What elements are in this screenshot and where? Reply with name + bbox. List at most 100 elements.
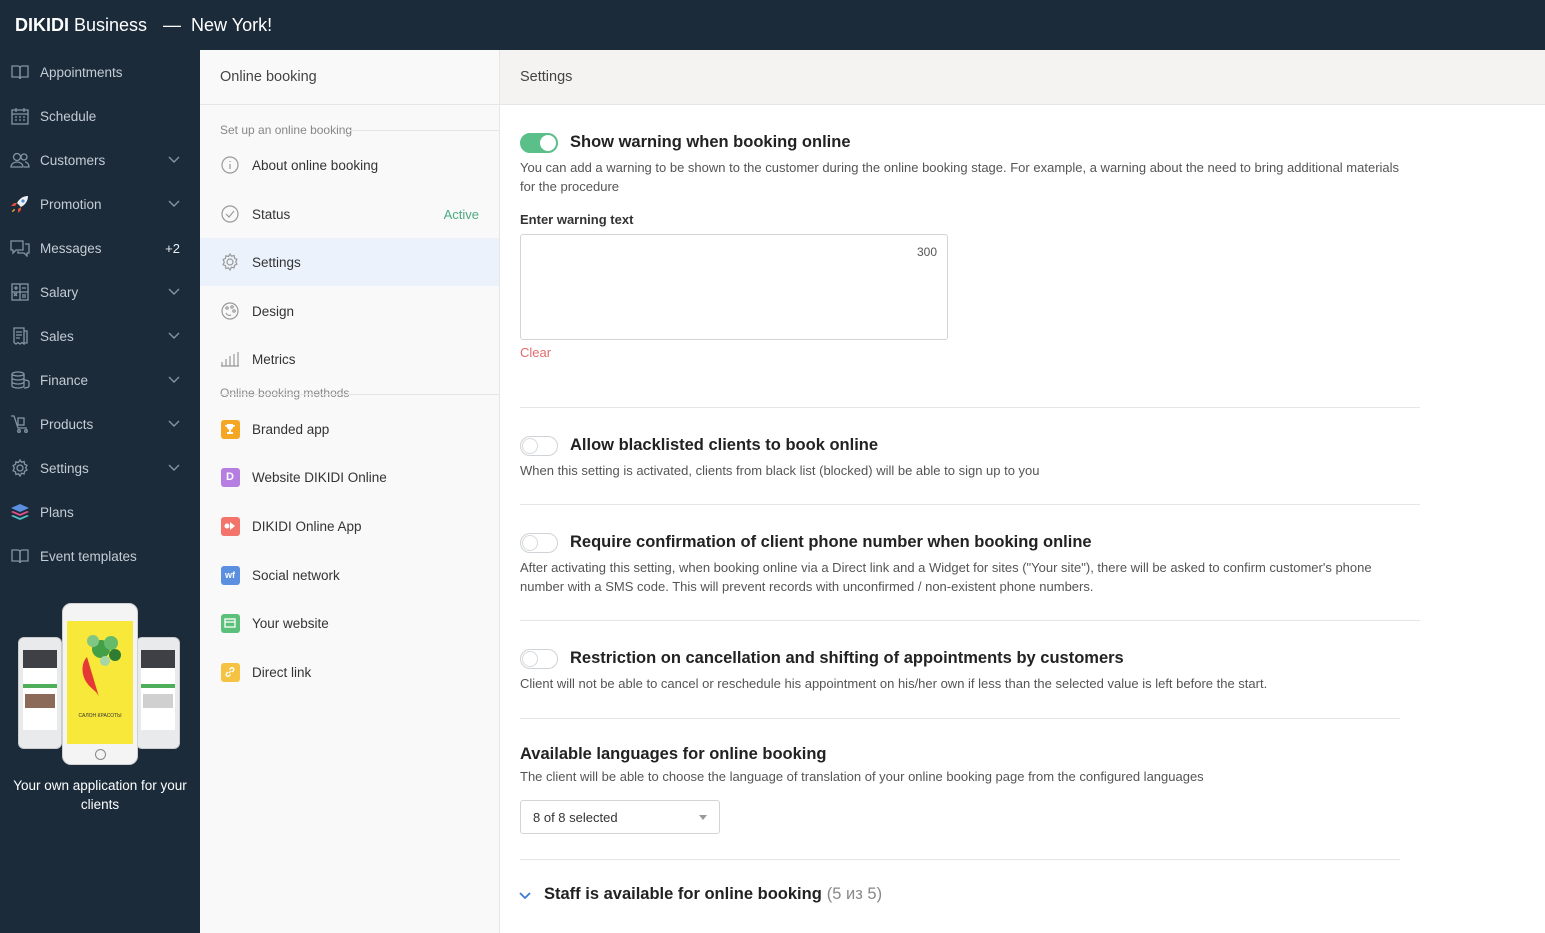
method-social-network[interactable]: wf Social network xyxy=(200,551,499,599)
sidebar-item-customers[interactable]: Customers xyxy=(0,138,200,182)
book-icon xyxy=(10,546,30,566)
sidebar-item-label: Salary xyxy=(40,284,79,300)
sidebar: Appointments Schedule Customers Promotio… xyxy=(0,50,200,933)
rocket-icon xyxy=(10,194,30,214)
method-website-dikidi[interactable]: D Website DIKIDI Online xyxy=(200,453,499,501)
menu-item-label: Direct link xyxy=(252,664,312,680)
menu-item-settings[interactable]: Settings xyxy=(200,238,499,286)
menu-item-about[interactable]: About online booking xyxy=(200,141,499,189)
sidebar-item-salary[interactable]: Salary xyxy=(0,270,200,314)
chevron-down-icon xyxy=(168,200,180,207)
group-divider xyxy=(220,394,499,395)
users-icon xyxy=(10,150,30,170)
menu-item-label: Metrics xyxy=(252,351,296,367)
chevron-down-icon xyxy=(168,156,180,163)
staff-count: (5 из 5) xyxy=(826,885,883,903)
chevron-down-icon xyxy=(168,420,180,427)
chat-icon xyxy=(10,238,30,258)
d-letter-icon: D xyxy=(220,467,240,487)
chevron-down-icon xyxy=(519,891,531,899)
phone-confirmation-section-title: Require confirmation of client phone num… xyxy=(570,533,1092,551)
menu-item-label: Settings xyxy=(252,254,301,270)
sidebar-item-label: Sales xyxy=(40,328,74,344)
sidebar-item-event-templates[interactable]: Event templates xyxy=(0,534,200,578)
phone-confirmation-section-description: After activating this setting, when book… xyxy=(520,560,1372,594)
sidebar-item-products[interactable]: Products xyxy=(0,402,200,446)
sidebar-item-label: Schedule xyxy=(40,108,97,124)
method-your-website[interactable]: Your website xyxy=(200,599,499,647)
section-divider xyxy=(520,620,1420,621)
sidebar-item-sales[interactable]: Sales xyxy=(0,314,200,358)
sidebar-item-promotion[interactable]: Promotion xyxy=(0,182,200,226)
languages-select[interactable]: 8 of 8 selected xyxy=(520,800,720,834)
app-icon xyxy=(220,516,240,536)
sidebar-item-label: Finance xyxy=(40,372,89,388)
menu-item-status[interactable]: Status Active xyxy=(200,190,499,238)
sidebar-item-label: Products xyxy=(40,416,94,432)
gear-icon xyxy=(220,252,240,272)
bar-chart-icon xyxy=(220,349,240,369)
calculator-icon xyxy=(10,282,30,302)
blacklist-section-title: Allow blacklisted clients to book online xyxy=(570,436,879,454)
method-direct-link[interactable]: Direct link xyxy=(200,648,499,696)
menu-item-label: Website DIKIDI Online xyxy=(252,469,387,485)
wf-icon: wf xyxy=(220,565,240,585)
menu-item-label: Design xyxy=(252,303,295,319)
brand-name[interactable]: DIKIDI xyxy=(15,15,69,36)
info-icon xyxy=(220,155,240,175)
sidebar-item-finance[interactable]: Finance xyxy=(0,358,200,402)
location-name[interactable]: New York! xyxy=(191,15,272,36)
sidebar-item-appointments[interactable]: Appointments xyxy=(0,50,200,94)
sidebar-item-label: Appointments xyxy=(40,64,123,80)
section-divider xyxy=(520,718,1400,719)
method-branded-app[interactable]: Branded app xyxy=(200,405,499,453)
promo-text: Your own application for your clients xyxy=(13,778,187,812)
languages-title: Available languages for online booking xyxy=(520,745,827,763)
chevron-down-icon xyxy=(168,288,180,295)
warning-toggle[interactable] xyxy=(520,133,558,153)
section-divider xyxy=(520,859,1400,860)
layers-icon xyxy=(10,502,30,522)
title-separator: — xyxy=(163,14,182,35)
warning-text-input[interactable]: 300 xyxy=(520,234,948,340)
blacklist-section-description: When this setting is activated, clients … xyxy=(520,463,1040,478)
status-badge: Active xyxy=(443,206,479,222)
staff-availability-toggle[interactable]: Staff is available for online booking (5… xyxy=(518,885,882,904)
menu-item-label: Your website xyxy=(252,615,329,631)
settings-content: Settings Show warning when booking onlin… xyxy=(500,50,1545,933)
clear-link[interactable]: Clear xyxy=(520,345,551,360)
languages-description: The client will be able to choose the la… xyxy=(520,769,1204,784)
languages-selected-value: 8 of 8 selected xyxy=(533,809,618,825)
phone-salon-text: САЛОН КРАСОТЫ xyxy=(78,713,122,719)
menu-item-metrics[interactable]: Metrics xyxy=(200,335,499,383)
group-divider xyxy=(350,130,499,131)
section-divider xyxy=(520,407,1420,408)
sidebar-item-label: Promotion xyxy=(40,196,102,212)
blacklist-toggle[interactable] xyxy=(520,436,558,456)
book-icon xyxy=(10,62,30,82)
sidebar-item-settings[interactable]: Settings xyxy=(0,446,200,490)
method-dikidi-app[interactable]: DIKIDI Online App xyxy=(200,502,499,550)
cancellation-restriction-toggle[interactable] xyxy=(520,649,558,669)
chevron-down-icon xyxy=(168,464,180,471)
sidebar-item-messages[interactable]: Messages +2 xyxy=(0,226,200,270)
sidebar-item-label: Plans xyxy=(40,504,74,520)
warning-text-label: Enter warning text xyxy=(520,212,634,227)
cart-icon xyxy=(10,414,30,434)
chevron-down-icon xyxy=(168,376,180,383)
content-title: Settings xyxy=(500,50,1545,105)
phone-right-image xyxy=(136,637,180,749)
menu-item-design[interactable]: Design xyxy=(200,287,499,335)
char-counter: 300 xyxy=(916,245,937,259)
link-icon xyxy=(220,662,240,682)
sidebar-item-plans[interactable]: Plans xyxy=(0,490,200,534)
browser-icon xyxy=(220,613,240,633)
app-promo[interactable]: САЛОН КРАСОТЫ Your own application for y… xyxy=(0,600,200,870)
gear-icon xyxy=(10,458,30,478)
brand-suffix[interactable]: Business xyxy=(74,15,147,36)
panel-title: Online booking xyxy=(200,50,499,105)
phone-confirmation-toggle[interactable] xyxy=(520,533,558,553)
phone-left-image xyxy=(18,637,62,749)
sidebar-item-schedule[interactable]: Schedule xyxy=(0,94,200,138)
group-title-methods: Online booking methods xyxy=(220,386,350,400)
